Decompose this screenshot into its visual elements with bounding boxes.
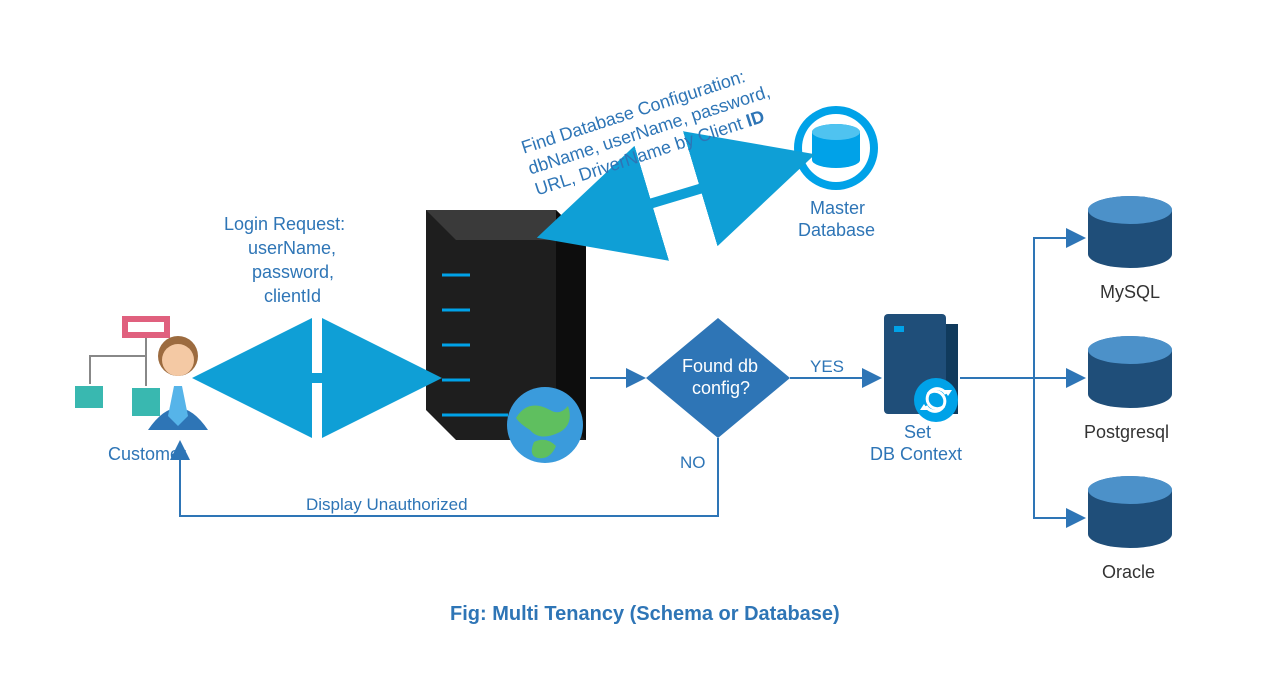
login-text-1: Login Request: bbox=[224, 214, 345, 234]
login-text-4: clientId bbox=[264, 286, 321, 306]
login-text-3: password, bbox=[252, 262, 334, 282]
oracle-label: Oracle bbox=[1102, 562, 1155, 582]
edge-to-oracle bbox=[1034, 378, 1082, 518]
yes-label: YES bbox=[810, 357, 844, 376]
set-ctx-label-1: Set bbox=[904, 422, 931, 442]
login-text-2: userName, bbox=[248, 238, 336, 258]
postgresql-label: Postgresql bbox=[1084, 422, 1169, 442]
mysql-db-icon bbox=[1088, 196, 1172, 268]
set-ctx-label-2: DB Context bbox=[870, 444, 962, 464]
master-db-label-2: Database bbox=[798, 220, 875, 240]
master-db-icon bbox=[794, 106, 878, 190]
unauth-label: Display Unauthorized bbox=[306, 495, 468, 514]
decision-text-1: Found db bbox=[682, 356, 758, 376]
set-db-context-icon bbox=[884, 314, 958, 422]
oracle-db-icon bbox=[1088, 476, 1172, 548]
server-icon bbox=[426, 210, 586, 463]
decision-text-2: config? bbox=[692, 378, 750, 398]
mysql-label: MySQL bbox=[1100, 282, 1160, 302]
customer-icon bbox=[75, 316, 208, 430]
figure-caption: Fig: Multi Tenancy (Schema or Database) bbox=[450, 603, 840, 625]
master-db-label-1: Master bbox=[810, 198, 865, 218]
postgresql-db-icon bbox=[1088, 336, 1172, 408]
no-label: NO bbox=[680, 453, 706, 472]
customer-label: Customer bbox=[108, 444, 186, 464]
edge-to-mysql bbox=[1034, 238, 1082, 378]
